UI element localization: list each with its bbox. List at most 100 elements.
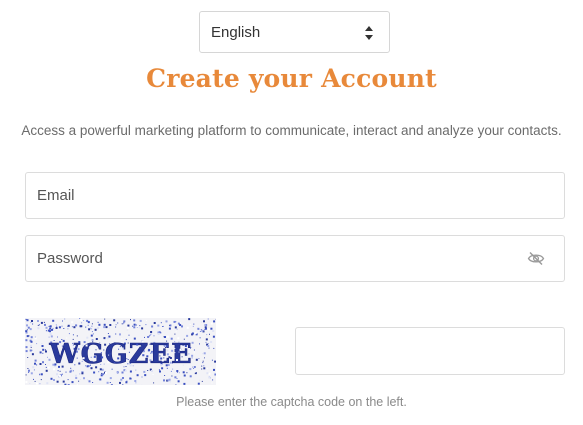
captcha-noise-dot [98, 371, 100, 373]
captcha-noise-dot [58, 374, 61, 377]
captcha-noise-dot [102, 373, 105, 376]
captcha-noise-dot [39, 383, 41, 385]
captcha-noise-dot [204, 324, 207, 326]
captcha-noise-dot [44, 323, 46, 326]
password-field[interactable] [25, 235, 565, 282]
captcha-noise-dot [25, 381, 28, 383]
captcha-noise-dot [44, 349, 46, 351]
email-field[interactable] [25, 172, 565, 219]
captcha-noise-dot [205, 327, 207, 330]
captcha-noise-dot [139, 358, 141, 360]
captcha-noise-dot [88, 328, 91, 331]
captcha-noise-dot [201, 329, 204, 332]
captcha-noise-dot [42, 348, 45, 351]
captcha-noise-dot [82, 357, 85, 360]
captcha-noise-dot [56, 373, 58, 376]
captcha-noise-dot [193, 352, 195, 354]
captcha-noise-dot [193, 323, 195, 325]
captcha-noise-dot [174, 333, 176, 335]
captcha-noise-dot [203, 358, 205, 360]
captcha-noise-dot [56, 325, 58, 327]
captcha-noise-dot [165, 320, 168, 323]
captcha-noise-dot [159, 370, 161, 373]
captcha-noise-dot [179, 324, 182, 326]
captcha-noise-dot [27, 368, 29, 369]
captcha-noise-dot [212, 330, 215, 332]
captcha-noise-dot [45, 326, 48, 329]
captcha-noise-dot [125, 381, 128, 384]
captcha-noise-dot [83, 377, 85, 380]
captcha-noise-dot [37, 324, 39, 326]
captcha-noise-dot [36, 364, 38, 366]
captcha-noise-dot [31, 353, 34, 356]
captcha-noise-dot [205, 338, 208, 341]
captcha-noise-dot [195, 358, 198, 361]
captcha-noise-dot [205, 341, 207, 343]
captcha-noise-dot [49, 333, 52, 336]
captcha-noise-dot [140, 345, 142, 347]
captcha-noise-dot [203, 352, 206, 355]
captcha-noise-dot [175, 331, 177, 333]
captcha-noise-dot [91, 328, 93, 330]
captcha-input[interactable] [295, 327, 565, 375]
captcha-noise-dot [153, 322, 156, 324]
captcha-noise-dot [88, 380, 91, 383]
captcha-noise-dot [40, 321, 43, 324]
captcha-noise-dot [71, 381, 74, 384]
captcha-noise-dot [160, 332, 162, 334]
captcha-noise-dot [110, 384, 113, 385]
captcha-noise-dot [40, 379, 42, 381]
captcha-noise-dot [105, 372, 107, 374]
captcha-noise-dot [79, 378, 81, 380]
captcha-noise-dot [81, 344, 84, 347]
captcha-noise-dot [87, 321, 90, 324]
captcha-noise-dot [179, 348, 182, 351]
captcha-noise-dot [107, 333, 109, 334]
captcha-noise-dot [62, 339, 65, 342]
captcha-noise-dot [36, 343, 38, 345]
captcha-noise-dot [176, 328, 178, 330]
language-select[interactable]: English [199, 11, 390, 53]
captcha-noise-dot [164, 375, 166, 376]
captcha-noise-dot [115, 333, 117, 335]
captcha-noise-dot [198, 358, 200, 360]
captcha-noise-dot [62, 380, 65, 383]
captcha-noise-dot [75, 377, 78, 379]
captcha-noise-dot [31, 320, 33, 322]
eye-slash-icon[interactable] [527, 251, 545, 266]
captcha-noise-dot [57, 336, 58, 338]
captcha-noise-dot [173, 320, 176, 323]
captcha-noise-dot [149, 334, 151, 336]
captcha-noise-dot [39, 374, 41, 376]
captcha-noise-dot [183, 374, 186, 377]
captcha-noise-dot [52, 319, 55, 322]
captcha-noise-dot [33, 378, 34, 380]
captcha-noise-dot [165, 345, 168, 347]
captcha-noise-dot [25, 318, 27, 320]
captcha-noise-dot [115, 326, 117, 328]
captcha-noise-dot [67, 328, 69, 330]
captcha-noise-dot [57, 344, 58, 346]
captcha-noise-dot [85, 326, 87, 328]
captcha-noise-dot [34, 359, 37, 362]
captcha-noise-dot [188, 318, 191, 321]
captcha-noise-dot [30, 340, 33, 343]
captcha-noise-dot [166, 349, 169, 352]
captcha-image: WGGZEE [25, 318, 216, 385]
captcha-noise-dot [103, 323, 106, 326]
captcha-noise-dot [126, 329, 128, 331]
captcha-noise-dot [171, 375, 173, 377]
captcha-noise-dot [128, 334, 130, 336]
captcha-noise-dot [55, 327, 58, 329]
captcha-noise-dot [101, 372, 103, 374]
captcha-noise-dot [45, 350, 47, 353]
captcha-noise-dot [113, 319, 116, 322]
captcha-noise-dot [63, 328, 65, 329]
captcha-noise-dot [193, 368, 195, 369]
captcha-noise-dot [201, 321, 202, 323]
captcha-noise-dot [133, 319, 136, 322]
captcha-noise-dot [176, 378, 178, 379]
captcha-noise-dot [61, 325, 63, 327]
captcha-noise-dot [41, 343, 43, 344]
captcha-noise-dot [55, 324, 57, 326]
